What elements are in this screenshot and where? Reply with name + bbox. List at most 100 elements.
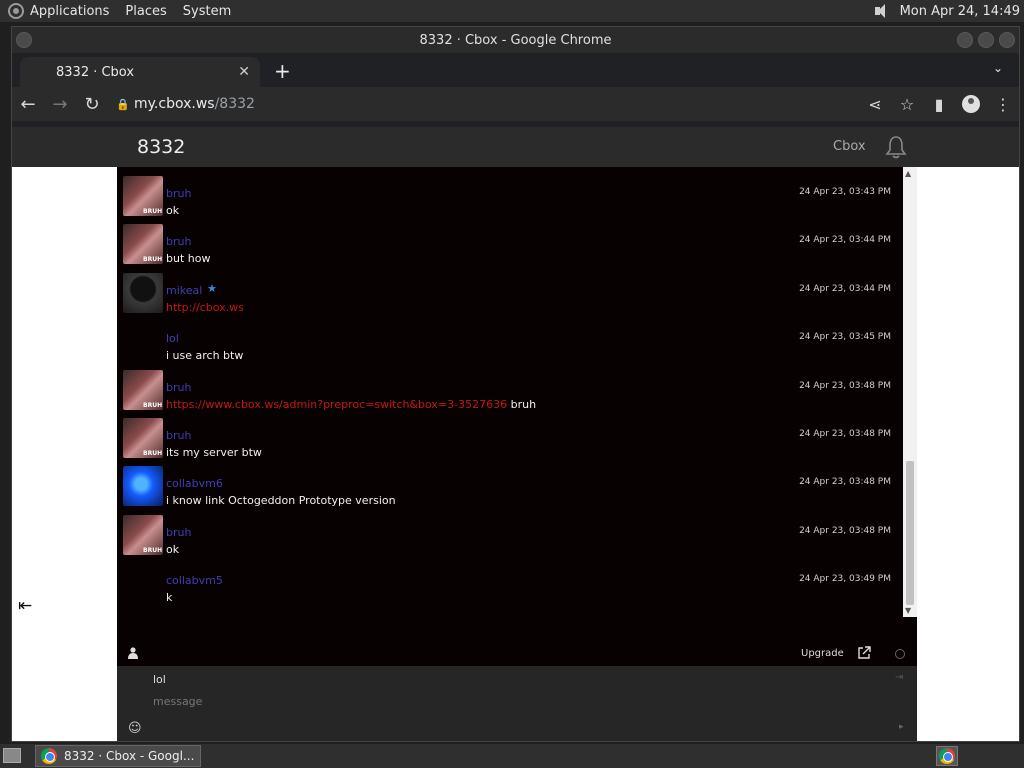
connection-status-icon[interactable] (895, 649, 905, 659)
message-body: k (166, 591, 173, 605)
chat-message: bruh https://www.cbox.ws/admin?preproc=sw… (117, 368, 902, 416)
message-username[interactable]: bruh (166, 235, 191, 248)
cbox-infobar: Upgrade (117, 642, 917, 666)
share-icon[interactable]: ⋖ (859, 95, 891, 114)
page-content: 8332 Cbox bruhok24 Apr 23, 03:43 PMbruhb… (12, 127, 1019, 741)
message-body: i know link Octogeddon Prototype version (166, 494, 396, 508)
chat-scrollbar[interactable]: ▲ ▼ (903, 167, 917, 617)
chrome-menu-icon[interactable]: ⋮ (987, 95, 1019, 114)
message-username[interactable]: bruh (166, 526, 191, 539)
message-username[interactable]: lol (166, 332, 179, 345)
message-timestamp: 24 Apr 23, 03:48 PM (799, 525, 891, 536)
message-username[interactable]: bruh (166, 381, 191, 394)
tab-search-icon[interactable]: ⌄ (993, 61, 1003, 75)
upgrade-link[interactable]: Upgrade (801, 648, 844, 659)
chat-message: bruh ok 24 Apr 23, 03:43 PM (117, 174, 902, 222)
login-icon[interactable]: ⇥ (895, 672, 903, 683)
profile-avatar-icon[interactable] (962, 95, 980, 113)
user-icon[interactable] (128, 647, 138, 659)
window-menu-icon[interactable] (16, 32, 32, 48)
emoji-icon[interactable]: ☺ (128, 721, 142, 736)
message-timestamp: 24 Apr 23, 03:43 PM (799, 187, 891, 197)
user-avatar[interactable] (123, 176, 163, 216)
url-host: my.cbox.ws (134, 96, 215, 112)
tab-title: 8332 · Cbox (56, 64, 135, 80)
chat-message: bruh but how 24 Apr 23, 03:44 PM (117, 222, 902, 270)
address-bar[interactable]: 🔒 my.cbox.ws/8332 (116, 90, 851, 118)
chat-message: collabvm5 k 24 Apr 23, 03:49 PM (117, 561, 902, 609)
volume-icon[interactable] (874, 3, 892, 19)
chat-message: bruh its my server btw 24 Apr 23, 03:48 PM (117, 416, 902, 464)
message-username[interactable]: mikeal (166, 284, 202, 297)
send-icon[interactable]: ▸ (899, 722, 904, 732)
chat-message: mikeal ★ http://cbox.ws 24 Apr 23, 03:44 PM (117, 271, 902, 319)
message-timestamp: 24 Apr 23, 03:48 PM (799, 477, 891, 488)
menu-places[interactable]: Places (125, 4, 166, 19)
user-avatar[interactable] (123, 514, 163, 555)
gnome-foot-icon[interactable] (8, 3, 24, 19)
tab-cbox[interactable]: 8332 · Cbox ✕ (20, 57, 260, 87)
message-text: but how (166, 252, 210, 265)
window-titlebar[interactable]: 8332 · Cbox - Google Chrome (12, 27, 1019, 53)
message-link[interactable]: https://www.cbox.ws/admin?preproc=switch… (166, 398, 507, 411)
scroll-up-icon[interactable]: ▲ (905, 169, 911, 178)
chrome-icon (41, 748, 57, 764)
chat-message: lol i use arch btw 24 Apr 23, 03:45 PM (117, 319, 902, 367)
message-text: ok (166, 543, 179, 556)
message-text: k (166, 591, 172, 604)
message-text: i know link Octogeddon Prototype version (166, 494, 396, 507)
tab-close-icon[interactable]: ✕ (238, 64, 250, 80)
message-text: i use arch btw (166, 349, 243, 362)
back-icon[interactable]: ← (12, 94, 44, 115)
panel-clock[interactable]: Mon Apr 24, 14:49 (900, 4, 1020, 19)
minimize-icon[interactable] (957, 32, 973, 48)
message-timestamp: 24 Apr 23, 03:45 PM (799, 332, 891, 343)
show-desktop-icon[interactable] (3, 748, 21, 763)
scroll-down-icon[interactable]: ▼ (905, 606, 911, 615)
user-avatar[interactable] (123, 369, 163, 410)
menu-applications[interactable]: Applications (30, 4, 109, 19)
menu-system[interactable]: System (183, 4, 231, 19)
reload-icon[interactable]: ↻ (76, 94, 108, 115)
message-body: but how (166, 252, 211, 266)
close-window-icon[interactable] (999, 32, 1015, 48)
tab-strip: 8332 · Cbox ✕ + ⌄ (12, 53, 1019, 87)
message-body: its my server btw (166, 446, 262, 459)
room-title: 8332 (137, 136, 186, 158)
message-input[interactable] (153, 693, 893, 709)
side-panel-icon[interactable]: ▮ (923, 95, 955, 114)
message-body: i use arch btw (166, 349, 244, 363)
message-username[interactable]: collabvm5 (166, 574, 223, 587)
chat-messages[interactable]: bruh ok 24 Apr 23, 03:43 PM bruh but how 24 A… (117, 167, 917, 642)
bookmark-star-icon[interactable]: ☆ (891, 95, 923, 114)
message-link[interactable]: http://cbox.ws (166, 301, 244, 314)
lock-icon[interactable]: 🔒 (116, 98, 134, 111)
forward-icon[interactable]: → (44, 94, 76, 115)
user-avatar[interactable] (123, 418, 163, 458)
name-input[interactable] (153, 671, 893, 687)
new-tab-icon[interactable]: + (274, 59, 291, 83)
user-avatar[interactable] (123, 466, 163, 507)
scrollbar-thumb[interactable] (906, 461, 914, 605)
message-username[interactable]: bruh (166, 429, 191, 442)
bottom-taskbar: 8332 · Cbox - Googl... (0, 744, 1024, 768)
user-avatar[interactable] (123, 224, 163, 265)
window-title: 8332 · Cbox - Google Chrome (419, 32, 612, 48)
chrome-icon (939, 748, 955, 764)
bell-icon[interactable] (885, 135, 907, 159)
cbox-brand-link[interactable]: Cbox (833, 139, 866, 154)
cbox-footer: Upgrade ⇥ ☺ ▸ (117, 642, 917, 741)
message-text: its my server btw (166, 446, 262, 459)
message-username[interactable]: bruh (166, 187, 191, 200)
popout-icon[interactable] (857, 646, 871, 660)
tray-chrome-icon[interactable] (936, 746, 958, 766)
taskbar-chrome-window[interactable]: 8332 · Cbox - Googl... (35, 745, 201, 767)
taskbar-task-label: 8332 · Cbox - Googl... (64, 749, 195, 763)
message-body: ok (166, 204, 180, 217)
url-path: /8332 (214, 96, 255, 112)
message-username[interactable]: collabvm6 (166, 477, 223, 490)
message-timestamp: 24 Apr 23, 03:49 PM (799, 574, 891, 585)
browser-toolbar: ← → ↻ 🔒 my.cbox.ws/8332 ⋖ ☆ ▮ ⋮ (12, 87, 1019, 121)
user-avatar[interactable] (123, 272, 163, 313)
maximize-icon[interactable] (978, 32, 994, 48)
